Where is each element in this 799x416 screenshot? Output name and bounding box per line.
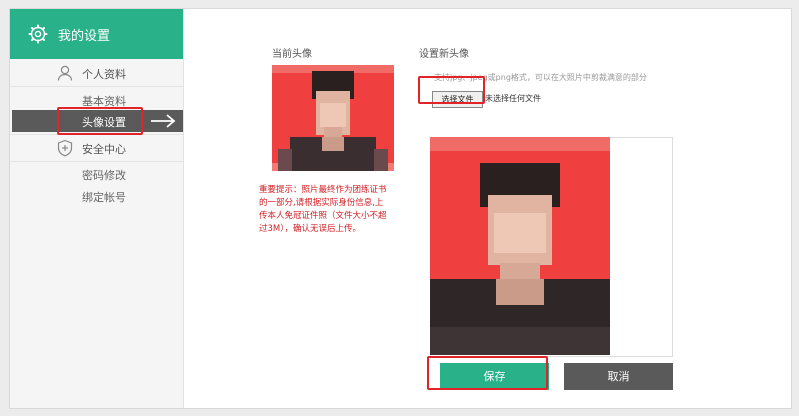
sidebar: 我的设置 个人资料 基本资料 头像设置 安全中心 密码修改 绑定帐号 — [10, 9, 184, 408]
person-icon — [57, 65, 73, 81]
cancel-button[interactable]: 取消 — [564, 363, 673, 390]
file-status-text: 未选择任何文件 — [485, 94, 541, 103]
highlight-box-choose-file — [418, 76, 485, 104]
current-avatar-image — [272, 65, 394, 171]
new-avatar-preview-image — [430, 137, 610, 355]
arrow-right-icon — [151, 114, 176, 128]
sidebar-item-bind-account[interactable]: 绑定帐号 — [10, 185, 183, 207]
section-security-label: 安全中心 — [82, 143, 126, 156]
upload-warning-text: 重要提示：照片最终作为团练证书的一部分,请根据实际身份信息,上传本人免冠证件照（… — [259, 185, 387, 234]
highlight-box-save — [427, 356, 548, 390]
new-avatar-title: 设置新头像 — [419, 49, 469, 60]
sidebar-header: 我的设置 — [10, 9, 183, 59]
section-profile[interactable]: 个人资料 — [10, 60, 183, 87]
sidebar-item-password[interactable]: 密码修改 — [10, 163, 183, 185]
section-profile-label: 个人资料 — [82, 68, 126, 81]
sidebar-title: 我的设置 — [58, 29, 111, 44]
gear-icon — [28, 24, 48, 44]
shield-icon — [57, 139, 73, 157]
section-security[interactable]: 安全中心 — [10, 134, 183, 162]
highlight-box-avatar-item — [57, 107, 143, 135]
current-avatar-title: 当前头像 — [272, 49, 312, 60]
settings-panel: 我的设置 个人资料 基本资料 头像设置 安全中心 密码修改 绑定帐号 当前头像 … — [9, 8, 792, 409]
